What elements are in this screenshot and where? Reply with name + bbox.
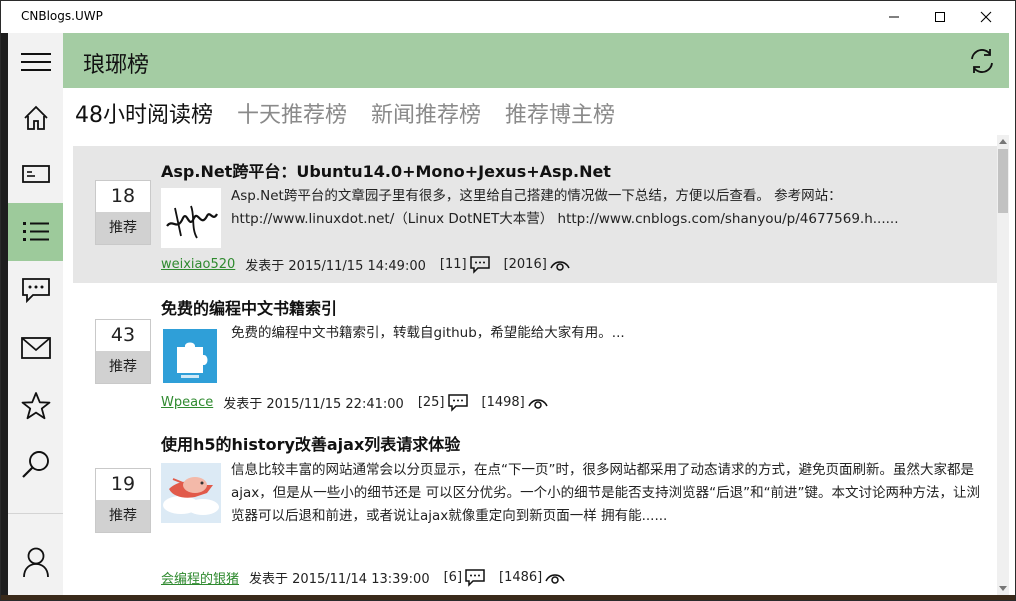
maximize-button[interactable] xyxy=(917,1,963,33)
post-summary: Asp.Net跨平台的文章园子里有很多，这里给自己搭建的情况做一下总结，方便以后… xyxy=(231,188,899,227)
post-meta: 会编程的银猪 发表于 2015/11/14 13:39:00 [6] [1486… xyxy=(161,568,579,587)
signature-avatar xyxy=(161,188,221,248)
post-date: 发表于 2015/11/15 22:41:00 xyxy=(223,397,404,412)
close-button[interactable] xyxy=(963,1,1009,33)
news-card-icon xyxy=(21,165,50,183)
search-icon xyxy=(21,451,49,478)
comment-count[interactable]: [25] xyxy=(418,393,468,412)
eye-icon xyxy=(545,573,565,584)
chevron-up-icon xyxy=(999,139,1007,144)
post-meta: weixiao520 发表于 2015/11/15 14:49:00 [11] … xyxy=(161,255,584,274)
comment-icon xyxy=(447,393,468,412)
vote-box: 19 推荐 xyxy=(95,468,151,533)
vote-count: 43 xyxy=(110,324,136,346)
minimize-button[interactable] xyxy=(871,1,917,33)
maximize-icon xyxy=(935,12,945,22)
nav-account[interactable] xyxy=(8,533,63,591)
close-icon xyxy=(980,11,992,23)
nav-search[interactable] xyxy=(8,435,63,493)
app-window: CNBlogs.UWP 琅琊榜 48小时阅读榜 十天推荐榜 新闻推荐榜 推荐博主… xyxy=(0,0,1016,601)
list-scrollbar[interactable] xyxy=(997,135,1009,595)
author-link[interactable]: Wpeace xyxy=(161,395,213,410)
nav-ranking[interactable] xyxy=(8,203,63,261)
eye-icon xyxy=(550,260,570,271)
flying-pig-avatar xyxy=(161,463,221,523)
nav-home[interactable] xyxy=(8,89,63,147)
list-item[interactable]: 免费的编程中文书籍索引 43 推荐 免费的编程中文书籍索引，转载自github，… xyxy=(73,283,997,423)
refresh-button[interactable] xyxy=(965,44,999,78)
page-title: 琅琊榜 xyxy=(83,53,150,78)
chat-icon xyxy=(21,278,50,303)
list-item[interactable]: 使用h5的history改善ajax列表请求体验 19 推荐 信息比较丰富的网站… xyxy=(73,423,997,595)
view-count: [1486] xyxy=(499,570,565,585)
puzzle-avatar xyxy=(163,329,217,383)
user-icon xyxy=(22,547,49,578)
scroll-down-button[interactable] xyxy=(997,583,1009,595)
nav-comments[interactable] xyxy=(8,261,63,319)
post-date: 发表于 2015/11/15 14:49:00 xyxy=(245,259,426,274)
recommend-button[interactable]: 推荐 xyxy=(96,351,150,383)
scroll-thumb[interactable] xyxy=(998,149,1008,213)
hamburger-menu-button[interactable] xyxy=(8,33,63,91)
post-meta: Wpeace 发表于 2015/11/15 22:41:00 [25] [149… xyxy=(161,393,562,412)
background-strip xyxy=(1,33,8,600)
nav-mail[interactable] xyxy=(8,319,63,377)
ranking-tabs: 48小时阅读榜 十天推荐榜 新闻推荐榜 推荐博主榜 xyxy=(75,97,639,131)
author-link[interactable]: weixiao520 xyxy=(161,257,235,272)
vote-box: 18 推荐 xyxy=(95,180,151,245)
post-title[interactable]: Asp.Net跨平台：Ubuntu14.0+Mono+Jexus+Asp.Net xyxy=(161,158,611,182)
app-title: CNBlogs.UWP xyxy=(21,9,103,23)
comment-count[interactable]: [11] xyxy=(440,255,490,274)
view-count: [1498] xyxy=(482,395,548,410)
comment-icon xyxy=(465,568,485,587)
nav-rail xyxy=(8,33,63,600)
nav-news[interactable] xyxy=(8,145,63,203)
tab-blogger-recommend[interactable]: 推荐博主榜 xyxy=(505,97,615,131)
home-icon xyxy=(23,105,48,130)
recommend-button[interactable]: 推荐 xyxy=(96,500,150,532)
list-item[interactable]: Asp.Net跨平台：Ubuntu14.0+Mono+Jexus+Asp.Net… xyxy=(73,146,997,283)
recommend-button[interactable]: 推荐 xyxy=(96,212,150,244)
eye-icon xyxy=(528,398,548,409)
comment-count[interactable]: [6] xyxy=(444,568,485,587)
page-header: 琅琊榜 xyxy=(63,33,1009,88)
mail-icon xyxy=(20,337,51,359)
minimize-icon xyxy=(889,16,899,18)
list-icon xyxy=(22,222,49,241)
vote-count: 18 xyxy=(110,185,136,207)
author-link[interactable]: 会编程的银猪 xyxy=(161,568,239,587)
post-summary: 信息比较丰富的网站通常会以分页显示，在点“下一页”时，很多网站都采用了动态请求的… xyxy=(231,462,981,524)
post-title[interactable]: 免费的编程中文书籍索引 xyxy=(161,295,337,319)
nav-favorites[interactable] xyxy=(8,377,63,435)
tab-10day-recommend[interactable]: 十天推荐榜 xyxy=(237,97,347,131)
tab-48h-reading[interactable]: 48小时阅读榜 xyxy=(75,97,213,131)
post-date: 发表于 2015/11/14 13:39:00 xyxy=(249,572,430,587)
post-title[interactable]: 使用h5的history改善ajax列表请求体验 xyxy=(161,431,460,455)
nav-divider xyxy=(8,513,63,514)
title-bar: CNBlogs.UWP xyxy=(1,1,1015,33)
background-strip-bottom xyxy=(1,595,1015,600)
view-count: [2016] xyxy=(504,257,570,272)
vote-count: 19 xyxy=(110,473,136,495)
hamburger-icon xyxy=(20,53,51,71)
vote-box: 43 推荐 xyxy=(95,319,151,384)
refresh-icon xyxy=(971,49,993,73)
tab-news-recommend[interactable]: 新闻推荐榜 xyxy=(371,97,481,131)
star-icon xyxy=(21,392,50,420)
scroll-up-button[interactable] xyxy=(997,135,1009,147)
post-summary: 免费的编程中文书籍索引，转载自github，希望能给大家有用。... xyxy=(231,325,625,341)
post-list: Asp.Net跨平台：Ubuntu14.0+Mono+Jexus+Asp.Net… xyxy=(73,146,997,595)
comment-icon xyxy=(469,255,490,274)
chevron-down-icon xyxy=(999,586,1007,591)
